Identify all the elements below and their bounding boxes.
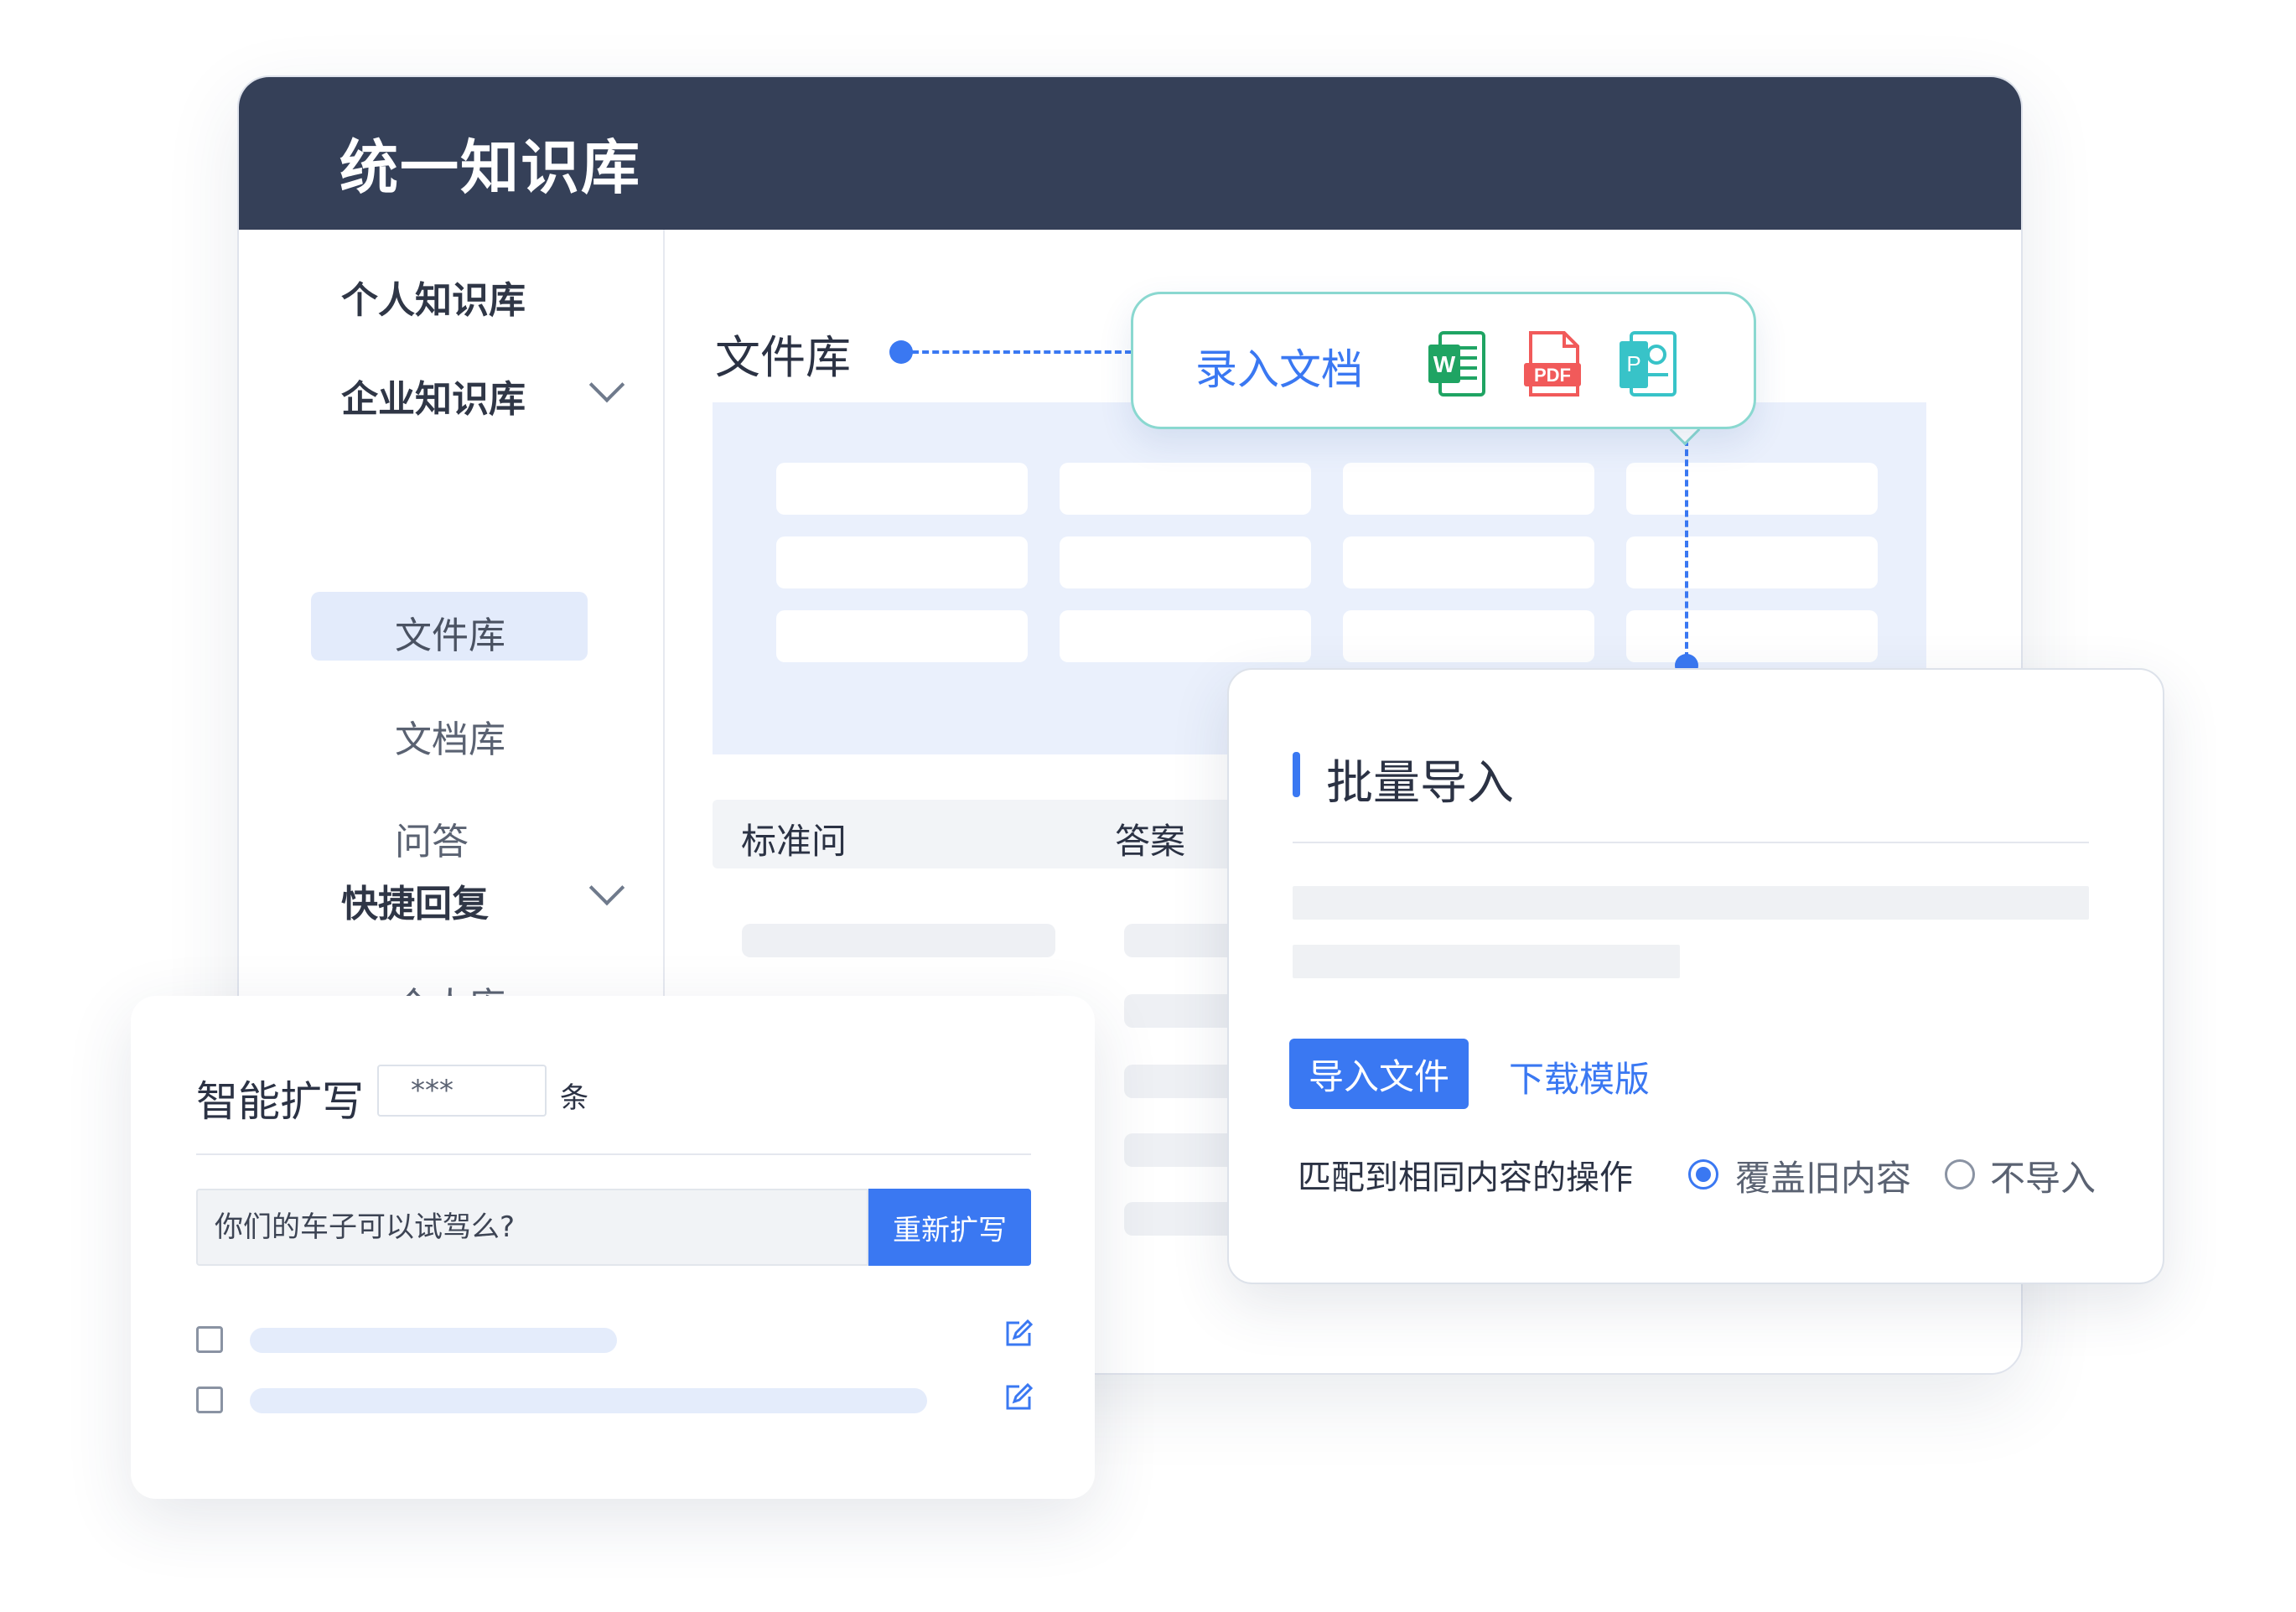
batch-import-title: 批量导入 (1326, 756, 1514, 811)
placeholder-line (1293, 945, 1680, 978)
sidebar-item-personal-kb[interactable]: 个人知识库 (341, 270, 526, 324)
table-cell (1060, 610, 1311, 662)
expand-count-input[interactable]: *** (377, 1065, 547, 1117)
placeholder-row (742, 924, 1055, 957)
word-icon-letter: W (1433, 351, 1456, 377)
result-checkbox[interactable] (196, 1326, 223, 1353)
connector-dot (889, 340, 913, 364)
connector-line (912, 350, 1132, 354)
radio-skip-label[interactable]: 不导入 (1990, 1150, 2096, 1201)
sidebar-item-quick-reply[interactable]: 快捷回复 (341, 873, 489, 927)
word-icon[interactable]: W (1427, 329, 1487, 398)
match-action-label: 匹配到相同内容的操作 (1298, 1158, 1633, 1197)
table-cell (776, 463, 1028, 515)
title-accent-bar (1293, 752, 1300, 797)
import-doc-tooltip[interactable]: 录入文档 W PDF P (1131, 292, 1756, 429)
placeholder-line (1293, 886, 2089, 920)
sidebar-item-qa[interactable]: 问答 (395, 811, 469, 865)
radio-overwrite[interactable] (1688, 1159, 1718, 1190)
table-cell (776, 610, 1028, 662)
chevron-down-icon[interactable] (588, 869, 625, 906)
table-cell (1343, 610, 1594, 662)
smart-expand-title: 智能扩写 (196, 1077, 364, 1126)
table-cell (1060, 536, 1311, 588)
column-header-question: 标准问 (741, 821, 847, 862)
import-doc-label: 录入文档 (1195, 345, 1363, 394)
chevron-down-icon[interactable] (588, 366, 625, 403)
connector-line (1685, 439, 1688, 659)
table-cell (1060, 463, 1311, 515)
result-line (250, 1388, 927, 1413)
import-file-button[interactable]: 导入文件 (1289, 1039, 1469, 1109)
rewrite-button[interactable]: 重新扩写 (868, 1189, 1031, 1266)
radio-overwrite-label[interactable]: 覆盖旧内容 (1735, 1150, 1911, 1201)
table-cell (1626, 463, 1878, 515)
edit-icon[interactable] (1004, 1319, 1033, 1348)
sidebar-item-file-lib[interactable]: 文件库 (395, 605, 505, 659)
divider (196, 1153, 1031, 1155)
sidebar-item-enterprise-kb[interactable]: 企业知识库 (341, 369, 526, 422)
table-cell (1343, 463, 1594, 515)
pdf-icon-text: PDF (1534, 365, 1571, 386)
app-title: 统一知识库 (339, 133, 641, 202)
pdf-icon[interactable]: PDF (1522, 329, 1583, 398)
ppt-icon[interactable]: P (1618, 329, 1678, 398)
table-cell (1626, 536, 1878, 588)
ppt-icon-letter: P (1626, 351, 1640, 376)
edit-icon[interactable] (1004, 1383, 1033, 1412)
sidebar-item-doc-lib[interactable]: 文档库 (395, 709, 505, 763)
radio-skip[interactable] (1945, 1159, 1975, 1190)
table-cell (776, 536, 1028, 588)
column-header-answer: 答案 (1115, 821, 1186, 862)
divider (1293, 842, 2089, 843)
table-cell (1626, 610, 1878, 662)
table-cell (1343, 536, 1594, 588)
app-header: 统一知识库 (239, 77, 2021, 230)
batch-import-card: 批量导入 导入文件 下载模版 匹配到相同内容的操作 覆盖旧内容 不导入 (1227, 668, 2164, 1284)
smart-expand-card: 智能扩写 *** 条 你们的车子可以试驾么? 重新扩写 (131, 996, 1095, 1499)
result-line (250, 1328, 617, 1353)
download-template-link[interactable]: 下载模版 (1509, 1051, 1650, 1102)
query-input[interactable]: 你们的车子可以试驾么? (196, 1189, 868, 1266)
qa-table-header: 标准问 答案 (713, 800, 1299, 868)
count-unit: 条 (560, 1081, 588, 1115)
result-checkbox[interactable] (196, 1387, 223, 1413)
page-title: 文件库 (715, 331, 851, 384)
